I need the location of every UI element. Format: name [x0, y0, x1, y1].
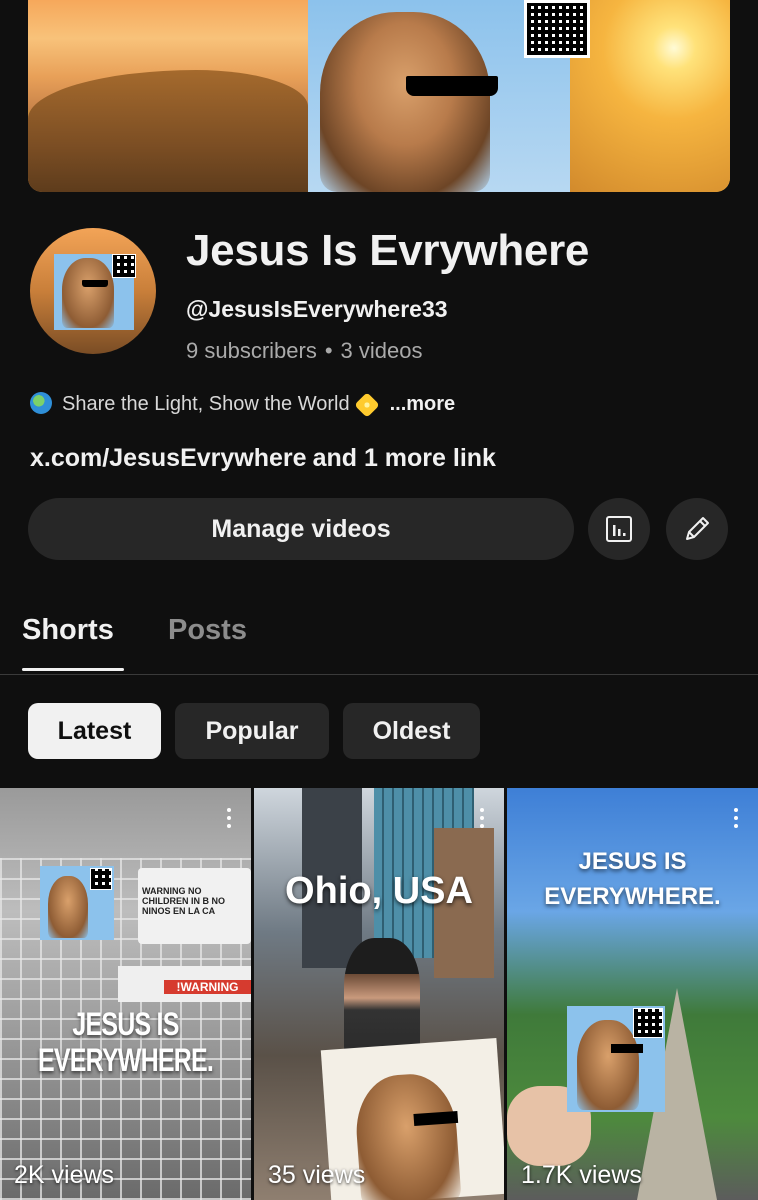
photo-portrait: [352, 1071, 462, 1200]
edit-channel-button[interactable]: [666, 498, 728, 560]
sunglasses-graphic: [406, 76, 498, 96]
active-tab-indicator: [22, 668, 124, 671]
warning-placard: !WARNING: [118, 966, 251, 1002]
banner-sun: [570, 0, 730, 192]
banner-qr-code: [524, 0, 590, 58]
more-options-icon[interactable]: [227, 808, 231, 832]
analytics-icon: [606, 516, 632, 542]
star-emoji-icon: [353, 392, 380, 418]
avatar-qr-code: [112, 254, 136, 278]
description-text: Share the Light, Show the World: [62, 393, 350, 415]
sticker-qr-code: [90, 868, 112, 890]
video-count: 3 videos: [340, 338, 423, 363]
banner-hills: [28, 70, 308, 192]
jesus-sticker: [40, 866, 114, 940]
short-overlay-text: Ohio, USA: [285, 870, 473, 912]
sticker-portrait: [577, 1020, 639, 1110]
warning-band: !WARNING: [164, 980, 251, 994]
manage-videos-button[interactable]: Manage videos: [28, 498, 574, 560]
sort-chip-latest[interactable]: Latest: [28, 703, 161, 759]
short-views: 35 views: [268, 1161, 366, 1189]
short-views: 2K views: [14, 1161, 115, 1189]
avatar-sunglasses: [82, 280, 108, 287]
warning-sign: WARNING NO CHILDREN IN B NO NINOS EN LA …: [138, 868, 251, 944]
sticker-sunglasses: [611, 1044, 643, 1053]
shorts-grid: WARNING NO CHILDREN IN B NO NINOS EN LA …: [0, 788, 758, 1200]
channel-tabs: Shorts Posts: [0, 600, 758, 675]
jesus-sticker: [567, 1006, 665, 1112]
avatar-portrait: [62, 258, 114, 328]
primary-link[interactable]: x.com/JesusEvrywhere: [30, 444, 307, 472]
channel-description[interactable]: Share the Light, Show the World ...more: [30, 392, 456, 418]
description-more-link[interactable]: ...more: [390, 393, 456, 415]
sticker-portrait: [48, 876, 88, 938]
short-overlay-text: JESUS IS EVERYWHERE.: [38, 1006, 214, 1078]
channel-stats: 9 subscribers • 3 videos: [186, 338, 423, 364]
subscriber-count: 9 subscribers: [186, 338, 317, 363]
short-views: 1.7K views: [521, 1161, 642, 1189]
tab-posts[interactable]: Posts: [168, 614, 247, 647]
stats-separator: •: [324, 338, 333, 363]
tab-shorts[interactable]: Shorts: [22, 614, 114, 647]
short-thumbnail[interactable]: WARNING NO CHILDREN IN B NO NINOS EN LA …: [0, 788, 251, 1200]
channel-handle: @JesusIsEverywhere33: [186, 296, 448, 322]
analytics-button[interactable]: [588, 498, 650, 560]
more-options-icon[interactable]: [734, 808, 738, 832]
person-graphic: [344, 938, 420, 1058]
short-overlay-text: JESUS IS EVERYWHERE.: [544, 848, 721, 910]
globe-emoji-icon: [30, 392, 52, 414]
more-options-icon[interactable]: [480, 808, 484, 832]
more-links[interactable]: and 1 more link: [313, 444, 496, 472]
banner-portrait: [320, 12, 490, 192]
short-thumbnail[interactable]: Ohio, USA 35 views: [254, 788, 504, 1200]
channel-name: Jesus Is Evrywhere: [186, 226, 590, 275]
sort-chip-oldest[interactable]: Oldest: [343, 703, 480, 759]
short-thumbnail[interactable]: JESUS IS EVERYWHERE. 1.7K views: [507, 788, 758, 1200]
sticker-qr-code: [633, 1008, 663, 1038]
pencil-icon: [686, 517, 709, 540]
sort-chip-popular[interactable]: Popular: [175, 703, 329, 759]
channel-avatar[interactable]: [30, 228, 156, 354]
channel-links[interactable]: x.com/JesusEvrywhere and 1 more link: [30, 444, 496, 473]
